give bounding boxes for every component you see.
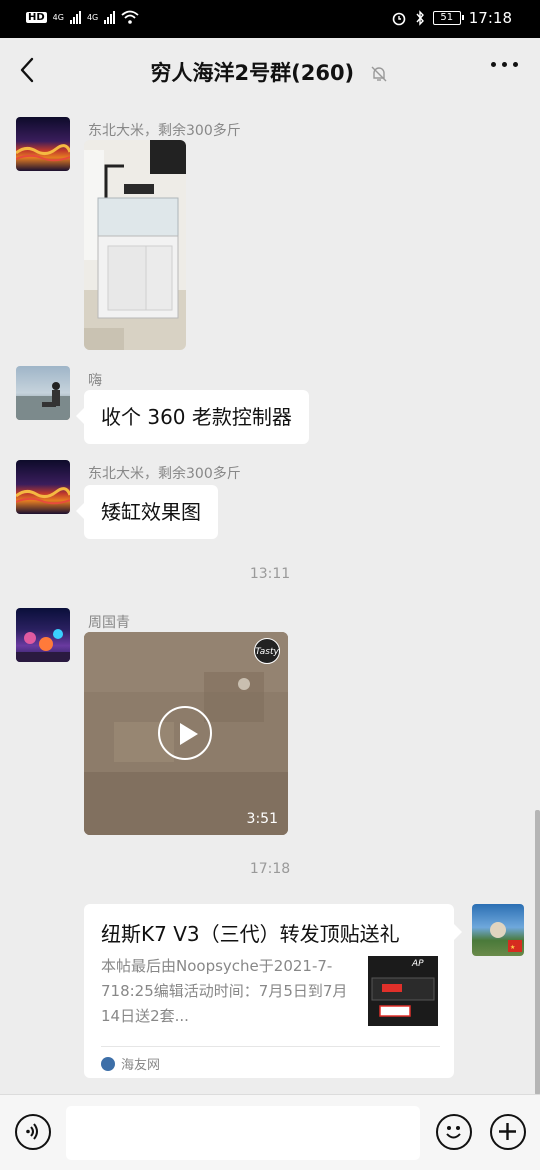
message-input-bar (0, 1094, 540, 1170)
chat-header: 穷人海洋2号群(260) (0, 38, 540, 102)
emoji-icon (446, 1126, 461, 1139)
wifi-icon (121, 10, 139, 24)
text-message-bubble[interactable]: 收个 360 老款控制器 (76, 390, 309, 444)
timestamp: 13:11 (249, 566, 291, 582)
signal-icon-2 (104, 10, 116, 24)
avatar[interactable] (16, 460, 70, 514)
link-card-description: 本帖最后由Noopsyche于2021-7-718:25编辑活动时间：7月5日到… (101, 957, 348, 1025)
network-type-1: 4G (52, 12, 64, 22)
text-message-bubble[interactable]: 矮缸效果图 (76, 485, 218, 539)
source-logo-icon (101, 1056, 115, 1071)
sender-name: 东北大米，剩余300多斤 (88, 123, 241, 139)
link-card-thumbnail: AP (368, 956, 438, 1026)
sender-name: 嗨 (88, 373, 102, 389)
status-left: HD 4G 4G (26, 10, 139, 24)
link-card-source-name: 海友网 (121, 1058, 161, 1073)
plus-icon (499, 1123, 516, 1140)
battery-icon: 51 (432, 11, 464, 25)
avatar[interactable] (16, 608, 70, 662)
alarm-icon (392, 12, 406, 26)
page-title: 穷人海洋2号群(260) (0, 57, 540, 87)
video-message[interactable]: Tasty 3:51 (84, 632, 288, 835)
svg-text:★: ★ (510, 944, 515, 951)
bluetooth-icon (416, 10, 424, 26)
signal-icon (69, 10, 81, 24)
network-type-2: 4G (86, 12, 99, 22)
divider (101, 1046, 440, 1047)
play-icon[interactable] (158, 706, 212, 760)
avatar[interactable] (16, 366, 70, 420)
status-bar: HD 4G 4G 51 17:18 (0, 0, 540, 38)
link-card-source: 海友网 (101, 1054, 160, 1073)
status-time: 17:18 (468, 9, 512, 27)
image-message[interactable] (84, 140, 186, 350)
video-duration: 3:51 (246, 811, 278, 827)
sender-name: 周国青 (88, 615, 130, 631)
emoji-button[interactable] (436, 1114, 472, 1150)
voice-input-button[interactable] (15, 1114, 51, 1150)
sender-name: 东北大米，剩余300多斤 (88, 466, 241, 482)
my-avatar[interactable]: ★ (472, 904, 524, 956)
voice-icon (26, 1123, 38, 1140)
message-input[interactable] (66, 1106, 420, 1160)
avatar[interactable] (16, 117, 70, 171)
link-card-thumb-text: AP (412, 959, 424, 969)
timestamp: 17:18 (249, 861, 291, 877)
status-right: 51 17:18 (391, 9, 512, 27)
link-card-title: 纽斯K7 V3（三代）转发顶贴送礼 (101, 922, 400, 946)
chat-title: 穷人海洋2号群(260) (150, 61, 355, 85)
hd-icon: HD (26, 11, 47, 23)
more-options-button[interactable] (491, 62, 518, 67)
more-functions-button[interactable] (490, 1114, 526, 1150)
mute-bell-icon (371, 66, 387, 82)
watermark-logo: Tasty (254, 638, 280, 664)
scrollbar[interactable] (535, 810, 540, 1095)
link-card-message[interactable]: 纽斯K7 V3（三代）转发顶贴送礼 本帖最后由Noopsyche于2021-7-… (84, 904, 462, 1078)
chat-message-list[interactable]: 东北大米，剩余300多斤 嗨 收个 360 老款控制器 东北大米，剩余300多斤… (0, 102, 540, 1094)
